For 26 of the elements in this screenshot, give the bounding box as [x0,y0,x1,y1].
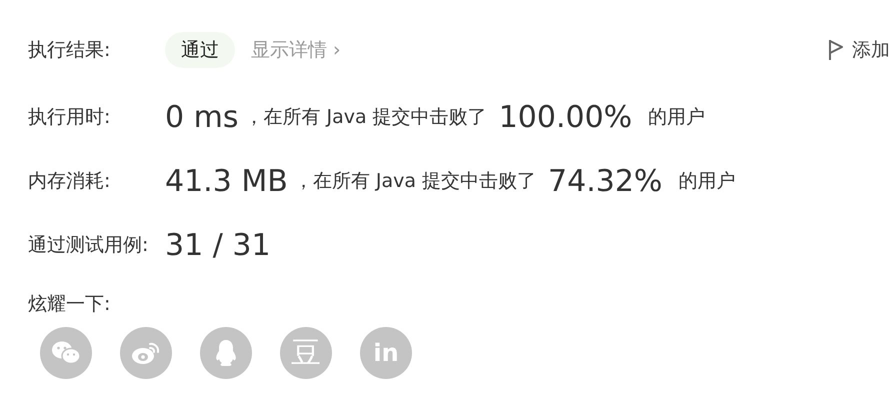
stat-value: 31 / 31 [165,228,271,262]
share-button[interactable]: 豆 [280,327,332,379]
stat-value: 41.3 MB [165,164,288,198]
share-button[interactable]: in [360,327,412,379]
field-label: 通过测试用例: [28,233,150,258]
share-label: 炫耀一下: [28,292,112,317]
field-label: 执行结果: [28,38,112,63]
share-button[interactable] [120,327,172,379]
eye-logo-icon [131,340,161,366]
field-label: 内存消耗: [28,169,112,194]
stat-text: ，在所有 Java 提交中击败了 [244,105,487,130]
flag-icon [828,39,844,61]
stat-suffix: 的用户 [678,169,736,194]
percent-value: 100.00% [498,100,632,134]
chat-bubbles-icon [51,340,81,366]
percent-value: 74.32% [548,164,662,198]
details-link[interactable]: 显示详情 › [251,37,341,63]
status-badge: 通过 [165,32,235,68]
stat-value: 0 ms [165,100,238,134]
add-button[interactable]: 添加 [828,37,890,63]
field-label: 执行用时: [28,105,112,130]
share-button[interactable] [200,327,252,379]
stat-text: ，在所有 Java 提交中击败了 [294,169,536,194]
stat-suffix: 的用户 [648,105,706,130]
share-button[interactable] [40,327,92,379]
penguin-icon [214,339,238,367]
